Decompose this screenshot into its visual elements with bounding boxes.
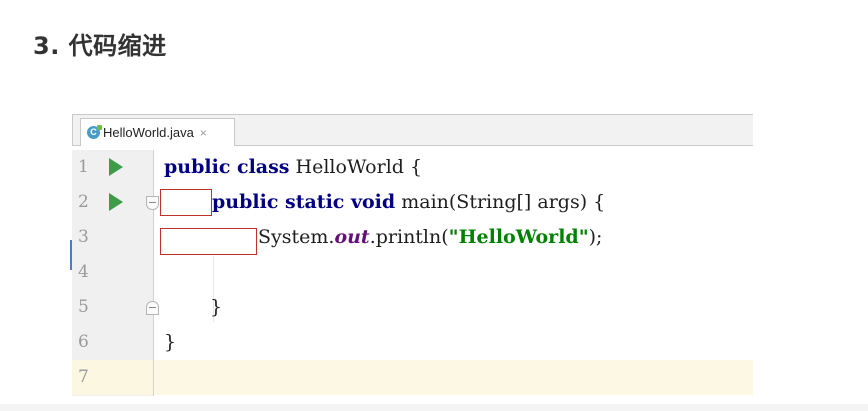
string-literal: "HelloWorld" — [448, 226, 589, 248]
code-line: 4 — [72, 255, 753, 290]
method-call: .println( — [369, 226, 449, 248]
keyword: public class — [164, 156, 290, 178]
code-text: System.out.println("HelloWorld"); — [258, 220, 602, 255]
code-line: 5 } — [72, 290, 753, 325]
closing-brace: } — [164, 331, 177, 353]
code-text: public static void main(String[] args) { — [212, 185, 605, 220]
tab-filename: HelloWorld.java — [103, 125, 194, 140]
line-number: 6 — [78, 332, 89, 352]
line-number: 7 — [78, 367, 89, 387]
keyword: public static void — [212, 191, 396, 213]
class-ref: System. — [258, 226, 335, 248]
closing-brace: } — [210, 296, 223, 318]
run-icon[interactable] — [109, 193, 123, 211]
code-line: 7 — [72, 360, 753, 395]
code-text: public class HelloWorld { — [164, 150, 422, 185]
indent-highlight-box — [160, 189, 212, 216]
line-number: 2 — [78, 192, 89, 212]
tab-helloworld-java[interactable]: C HelloWorld.java × — [80, 118, 235, 146]
line-number: 4 — [78, 262, 89, 282]
editor-tab-bar: C HelloWorld.java × — [72, 114, 753, 146]
fold-icon[interactable] — [146, 196, 159, 210]
fold-icon[interactable] — [146, 301, 159, 315]
method-declaration: main(String[] args) { — [395, 191, 606, 213]
static-field: out — [334, 226, 370, 248]
page-title: 3. 代码缩进 — [33, 32, 167, 60]
line-number: 1 — [78, 157, 89, 177]
code-line: 1 public class HelloWorld { — [72, 150, 753, 185]
indent-highlight-box — [160, 228, 257, 255]
line-number: 5 — [78, 297, 89, 317]
code-line: 6 } — [72, 325, 753, 360]
class-declaration: HelloWorld { — [289, 156, 423, 178]
code-editor[interactable]: C HelloWorld.java × 1 public class Hello… — [72, 114, 753, 396]
gutter-edge-marker — [70, 240, 72, 270]
bottom-strip — [0, 404, 868, 411]
run-icon[interactable] — [109, 158, 123, 176]
close-icon[interactable]: × — [200, 126, 207, 140]
statement-end: ); — [588, 226, 603, 248]
java-class-icon: C — [87, 125, 102, 139]
line-number: 3 — [78, 227, 89, 247]
